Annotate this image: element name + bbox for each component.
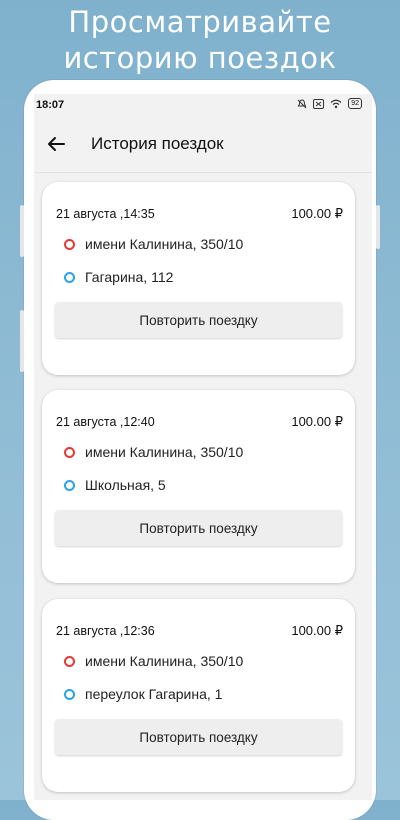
trip-price: 100.00 ₽: [291, 623, 343, 638]
trip-from-address: имени Калинина, 350/10: [85, 653, 244, 669]
phone-side-button-left: [20, 205, 24, 257]
trip-from: имени Калинина, 350/10: [64, 444, 243, 460]
trip-price: 100.00 ₽: [291, 206, 343, 221]
trip-date: 21 августа ,12:40: [56, 415, 155, 429]
repeat-trip-button[interactable]: Повторить поездку: [55, 719, 342, 755]
promo-line-2: историю поездок: [63, 41, 337, 75]
status-bar: 18:07 92: [34, 94, 372, 116]
pickup-marker-icon: [64, 238, 75, 250]
destination-marker-icon: [64, 688, 75, 700]
trip-price: 100.00 ₽: [291, 414, 343, 429]
status-time: 18:07: [36, 99, 65, 111]
repeat-trip-button[interactable]: Повторить поездку: [55, 510, 342, 546]
repeat-trip-button[interactable]: Повторить поездку: [55, 302, 342, 338]
destination-marker-icon: [64, 479, 75, 491]
trip-from-address: имени Калинина, 350/10: [85, 444, 244, 460]
phone-side-button-right: [376, 205, 380, 249]
trip-to-address: переулок Гагарина, 1: [85, 686, 223, 702]
trip-to: Школьная, 5: [64, 477, 166, 493]
trip-from-address: имени Калинина, 350/10: [85, 236, 244, 252]
phone-side-button-left-lower: [20, 310, 24, 372]
trip-date: 21 августа ,12:36: [56, 624, 155, 638]
trip-card: 21 августа ,12:36 100.00 ₽ имени Калинин…: [42, 599, 355, 792]
status-icons: 92: [297, 98, 362, 109]
promo-heading: Просматривайте историю поездок: [0, 4, 400, 76]
trip-to-address: Школьная, 5: [85, 477, 166, 493]
mute-bell-icon: [297, 98, 307, 109]
promo-line-1: Просматривайте: [68, 5, 332, 39]
trip-date: 21 августа ,14:35: [56, 207, 155, 221]
app-bar: История поездок: [34, 116, 372, 173]
trip-card: 21 августа ,12:40 100.00 ₽ имени Калинин…: [42, 390, 355, 583]
battery-indicator: 92: [348, 98, 362, 109]
page-title: История поездок: [91, 134, 224, 153]
trip-to-address: Гагарина, 112: [85, 269, 174, 285]
arrow-left-icon: [48, 137, 65, 151]
destination-marker-icon: [64, 271, 75, 283]
trip-to: Гагарина, 112: [64, 269, 173, 285]
pickup-marker-icon: [64, 446, 75, 458]
sim-icon: [313, 98, 325, 109]
trip-card: 21 августа ,14:35 100.00 ₽ имени Калинин…: [42, 182, 355, 375]
trip-to: переулок Гагарина, 1: [64, 686, 222, 702]
pickup-marker-icon: [64, 655, 75, 667]
trip-from: имени Калинина, 350/10: [64, 236, 243, 252]
back-button[interactable]: [42, 130, 70, 158]
trip-from: имени Калинина, 350/10: [64, 653, 243, 669]
wifi-icon: [330, 99, 342, 109]
app-screen: 18:07 92 История поездок 21 августа ,14:…: [34, 94, 372, 800]
